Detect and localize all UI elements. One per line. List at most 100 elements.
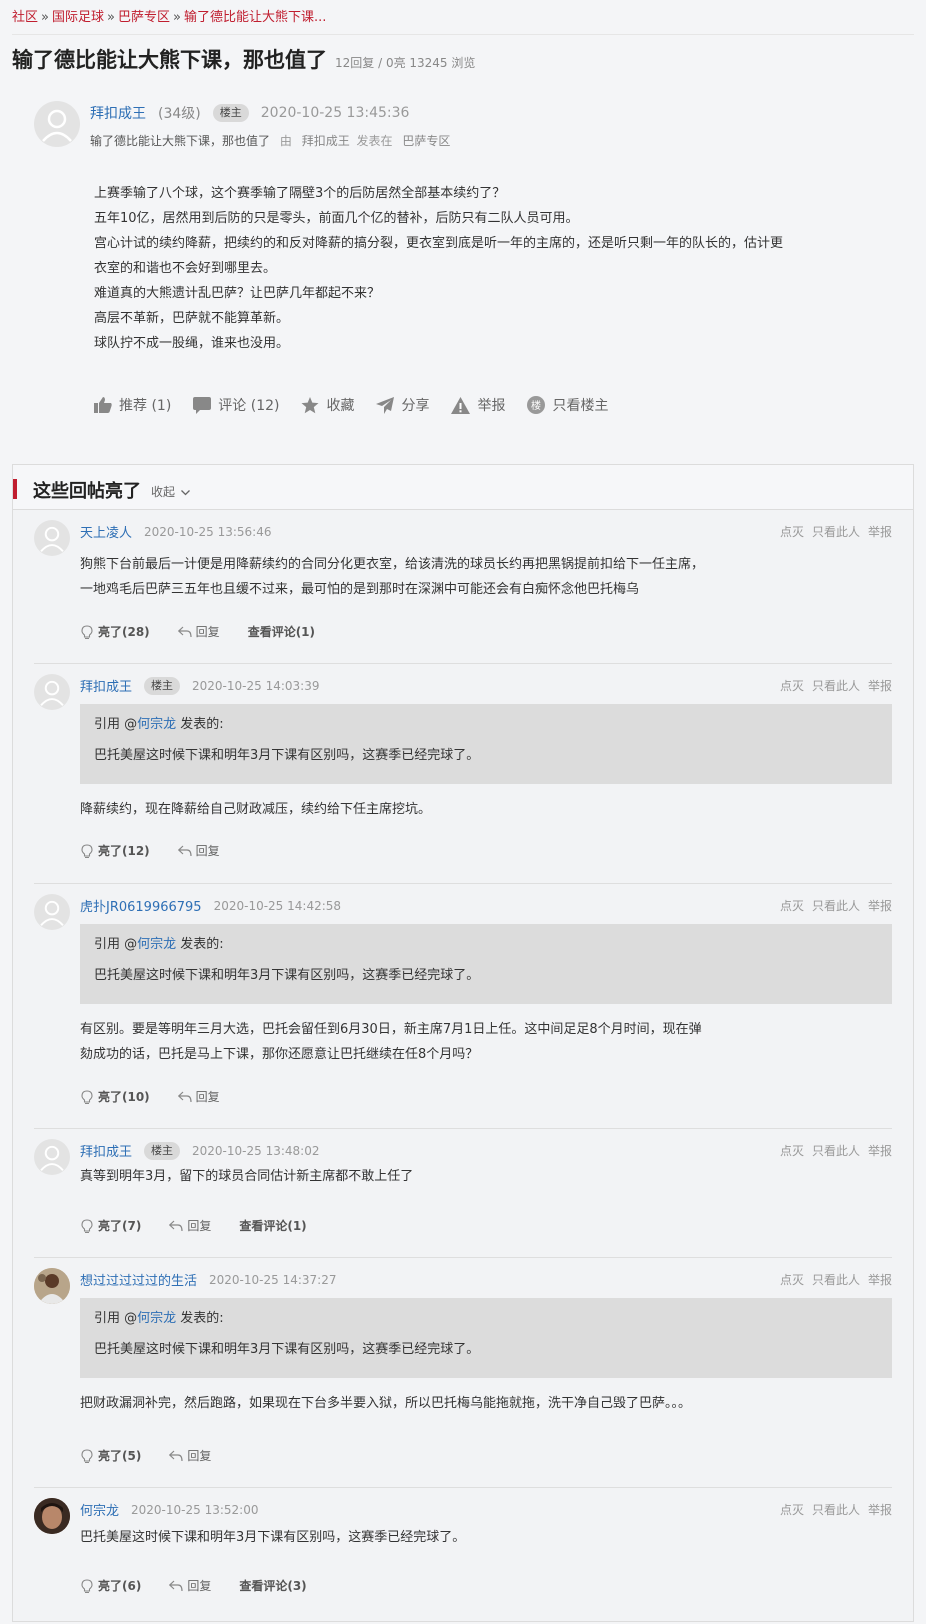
dislike-link[interactable]: 点灭 bbox=[780, 525, 804, 539]
op-body-line: 衣室的和谐也不会好到哪里去。 bbox=[94, 261, 277, 276]
report-link[interactable]: 举报 bbox=[868, 1144, 892, 1158]
reply-arrow-icon bbox=[177, 626, 192, 637]
avatar[interactable] bbox=[34, 1139, 70, 1175]
view-comments-link[interactable]: 查看评论(3) bbox=[239, 1577, 306, 1594]
reply-username[interactable]: 何宗龙 bbox=[80, 1500, 119, 1519]
breadcrumb-separator: » bbox=[172, 10, 181, 25]
reply-time: 2020-10-25 13:56:46 bbox=[144, 524, 272, 539]
reply-text-line: 一地鸡毛后巴萨三五年也且缓不过来，最可怕的是到那时在深渊中可能还会有白痴怀念他巴… bbox=[80, 582, 640, 597]
only-this-user-link[interactable]: 只看此人 bbox=[812, 679, 860, 693]
view-comments-link[interactable]: 查看评论(1) bbox=[248, 623, 315, 640]
reply-header: 拜扣成王 楼主 2020-10-25 14:03:39 bbox=[80, 676, 319, 695]
thumbs-up-icon bbox=[94, 397, 112, 413]
op-body-line: 球队拧不成一股绳，谁来也没用。 bbox=[94, 336, 290, 351]
report-link[interactable]: 举报 bbox=[868, 1503, 892, 1517]
avatar[interactable] bbox=[34, 674, 70, 710]
breadcrumb-community[interactable]: 社区 bbox=[12, 10, 38, 25]
op-time: 2020-10-25 13:45:36 bbox=[260, 105, 410, 121]
reply-ops: 点灭 只看此人 举报 bbox=[772, 523, 892, 540]
dislike-link[interactable]: 点灭 bbox=[780, 1503, 804, 1517]
reply-footer: 亮了(28) 回复 查看评论(1) bbox=[80, 623, 343, 640]
reply-text: 降薪续约，现在降薪给自己财政减压，续约给下任主席挖坑。 bbox=[80, 797, 840, 822]
avatar[interactable] bbox=[34, 1268, 70, 1304]
quote-suffix: 发表的: bbox=[176, 937, 224, 952]
quote-text: 巴托美屋这时候下课和明年3月下课有区别吗，这赛季已经完球了。 bbox=[94, 748, 480, 763]
share-button[interactable]: 分享 bbox=[376, 395, 429, 415]
reply-button[interactable]: 回复 bbox=[169, 1217, 211, 1234]
quote-header: 引用 @何宗龙 发表的: bbox=[94, 714, 878, 736]
comment-button[interactable]: 评论 (12) bbox=[193, 395, 279, 415]
report-link[interactable]: 举报 bbox=[868, 899, 892, 913]
only-this-user-link[interactable]: 只看此人 bbox=[812, 1503, 860, 1517]
light-button[interactable]: 亮了(28) bbox=[80, 623, 150, 640]
op-body-line: 高层不革新，巴萨就不能算革新。 bbox=[94, 311, 290, 326]
report-link[interactable]: 举报 bbox=[868, 525, 892, 539]
reply-ops: 点灭 只看此人 举报 bbox=[772, 1271, 892, 1288]
avatar[interactable] bbox=[34, 101, 80, 147]
breadcrumb-current-thread[interactable]: 输了德比能让大熊下课... bbox=[184, 10, 326, 25]
view-comments-link[interactable]: 查看评论(1) bbox=[239, 1217, 306, 1234]
collapse-toggle[interactable]: 收起 bbox=[151, 483, 190, 500]
favorite-button[interactable]: 收藏 bbox=[301, 395, 354, 415]
reply-button[interactable]: 回复 bbox=[177, 1088, 220, 1105]
quote-text: 巴托美屋这时候下课和明年3月下课有区别吗，这赛季已经完球了。 bbox=[94, 968, 480, 983]
reply-username[interactable]: 拜扣成王 bbox=[80, 676, 132, 695]
light-button[interactable]: 亮了(12) bbox=[80, 842, 150, 859]
reply-button[interactable]: 回复 bbox=[177, 842, 220, 859]
only-op-button[interactable]: 楼 只看楼主 bbox=[527, 395, 608, 415]
avatar[interactable] bbox=[34, 894, 70, 930]
reply-arrow-icon bbox=[169, 1580, 183, 1591]
bulb-icon bbox=[81, 1218, 93, 1233]
light-button[interactable]: 亮了(10) bbox=[80, 1088, 150, 1105]
reply-username[interactable]: 虎扑JR0619966795 bbox=[80, 896, 202, 915]
avatar[interactable] bbox=[34, 1498, 70, 1534]
only-this-user-link[interactable]: 只看此人 bbox=[812, 899, 860, 913]
share-label: 分享 bbox=[401, 398, 430, 414]
reply-username[interactable]: 想过过过过过的生活 bbox=[80, 1270, 197, 1289]
reply-header: 何宗龙 2020-10-25 13:52:00 bbox=[80, 1500, 258, 1520]
reply-text: 巴托美屋这时候下课和明年3月下课有区别吗，这赛季已经完球了。 bbox=[80, 1525, 840, 1550]
light-button[interactable]: 亮了(6) bbox=[80, 1577, 141, 1594]
breadcrumb-intl-football[interactable]: 国际足球 bbox=[52, 10, 104, 25]
dislike-link[interactable]: 点灭 bbox=[780, 1144, 804, 1158]
only-this-user-link[interactable]: 只看此人 bbox=[812, 1273, 860, 1287]
dislike-link[interactable]: 点灭 bbox=[780, 899, 804, 913]
bulb-icon bbox=[81, 1089, 93, 1104]
quote-user-link[interactable]: 何宗龙 bbox=[137, 937, 176, 952]
report-button[interactable]: 举报 bbox=[451, 395, 505, 415]
only-this-user-link[interactable]: 只看此人 bbox=[812, 525, 860, 539]
op-username[interactable]: 拜扣成王 bbox=[90, 103, 146, 123]
user-photo-icon bbox=[34, 1498, 70, 1534]
op-author-link[interactable]: 拜扣成王 bbox=[302, 134, 350, 148]
reply-ops: 点灭 只看此人 举报 bbox=[772, 677, 892, 694]
report-link[interactable]: 举报 bbox=[868, 1273, 892, 1287]
reply-label: 回复 bbox=[195, 844, 220, 858]
recommend-button[interactable]: 推荐 (1) bbox=[94, 395, 171, 415]
breadcrumb-barca-zone[interactable]: 巴萨专区 bbox=[118, 10, 170, 25]
op-body-line: 宫心计试的续约降薪，把续约的和反对降薪的搞分裂，更衣室到底是听一年的主席的，还是… bbox=[94, 236, 784, 251]
reply-username[interactable]: 天上凌人 bbox=[80, 522, 132, 541]
reply-item: 拜扣成王 楼主 2020-10-25 14:03:39 点灭 只看此人 举报 引用 … bbox=[34, 664, 892, 884]
quote-prefix: 引用 @ bbox=[94, 937, 138, 952]
quote-user-link[interactable]: 何宗龙 bbox=[137, 717, 176, 732]
quote-user-link[interactable]: 何宗龙 bbox=[137, 1311, 176, 1326]
op-forum-link[interactable]: 巴萨专区 bbox=[402, 134, 450, 148]
report-link[interactable]: 举报 bbox=[868, 679, 892, 693]
light-count: 亮了(12) bbox=[98, 844, 150, 858]
reply-button[interactable]: 回复 bbox=[169, 1447, 211, 1464]
reply-item: 拜扣成王 楼主 2020-10-25 13:48:02 点灭 只看此人 举报 真等到… bbox=[34, 1129, 892, 1258]
dislike-link[interactable]: 点灭 bbox=[780, 679, 804, 693]
reply-ops: 点灭 只看此人 举报 bbox=[772, 897, 892, 914]
breadcrumb-separator: » bbox=[41, 10, 49, 25]
reply-button[interactable]: 回复 bbox=[169, 1577, 211, 1594]
bulb-icon bbox=[81, 1448, 93, 1463]
light-count: 亮了(10) bbox=[98, 1090, 150, 1104]
dislike-link[interactable]: 点灭 bbox=[780, 1273, 804, 1287]
reply-username[interactable]: 拜扣成王 bbox=[80, 1141, 132, 1160]
light-button[interactable]: 亮了(5) bbox=[80, 1447, 141, 1464]
reply-button[interactable]: 回复 bbox=[177, 623, 220, 640]
reply-item: 想过过过过过的生活 2020-10-25 14:37:27 点灭 只看此人 举报 引… bbox=[34, 1258, 892, 1488]
only-this-user-link[interactable]: 只看此人 bbox=[812, 1144, 860, 1158]
avatar[interactable] bbox=[34, 520, 70, 556]
light-button[interactable]: 亮了(7) bbox=[80, 1217, 141, 1234]
